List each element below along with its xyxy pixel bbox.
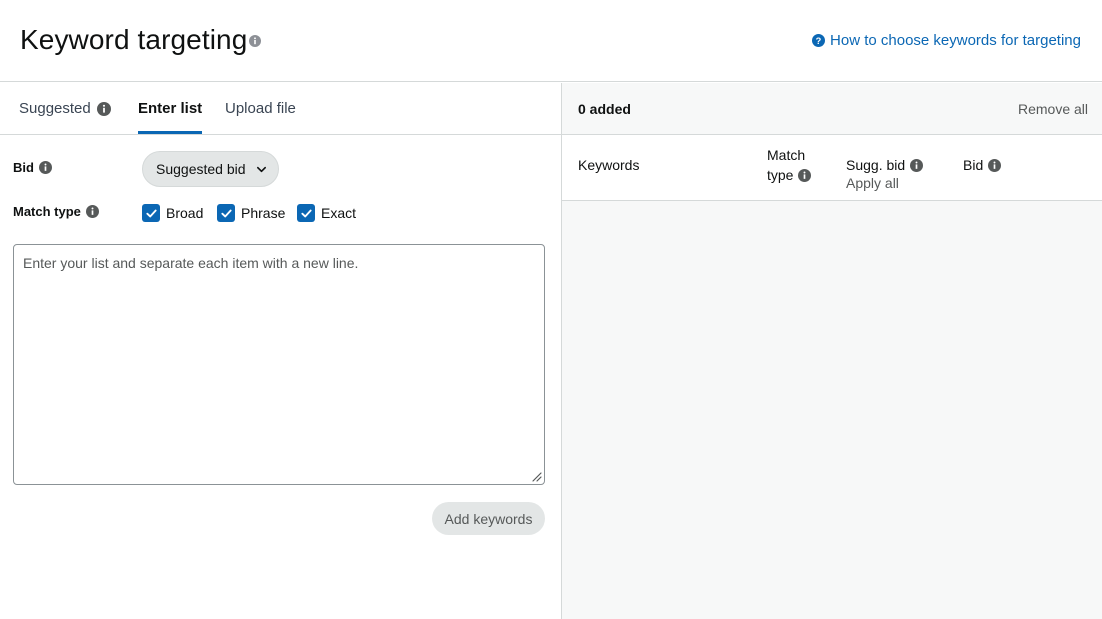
- tab-label: Suggested: [19, 100, 91, 117]
- added-header: 0 added Remove all: [562, 83, 1102, 135]
- info-icon[interactable]: [249, 35, 261, 47]
- added-keywords-panel: 0 added Remove all Keywords Match type S…: [562, 83, 1102, 619]
- checkbox-label: Exact: [321, 205, 357, 221]
- remove-all-button[interactable]: Remove all: [1018, 101, 1088, 117]
- column-match-type-line2-wrap: type: [767, 165, 812, 185]
- check-icon[interactable]: [297, 204, 315, 222]
- bid-label-text: Bid: [13, 160, 34, 175]
- checkbox-broad[interactable]: Broad: [142, 204, 203, 222]
- tab-label: Upload file: [225, 100, 296, 117]
- resize-handle-icon[interactable]: [530, 470, 542, 482]
- column-bid: Bid: [963, 155, 1002, 175]
- match-type-label-text: Match type: [13, 204, 81, 219]
- column-bid-text: Bid: [963, 157, 984, 173]
- chevron-down-icon: [256, 166, 266, 172]
- info-icon[interactable]: [798, 168, 812, 182]
- info-icon[interactable]: [85, 205, 99, 218]
- keyword-list-textarea-wrapper: [13, 244, 545, 485]
- column-match-type-line2: type: [767, 167, 794, 183]
- tab-suggested[interactable]: Suggested: [19, 83, 111, 134]
- column-match-type: Match type: [767, 145, 812, 185]
- info-icon[interactable]: [38, 161, 52, 174]
- column-keywords: Keywords: [578, 157, 640, 173]
- checkbox-exact[interactable]: Exact: [297, 204, 356, 222]
- bid-select[interactable]: Suggested bid: [142, 151, 279, 187]
- checkbox-phrase[interactable]: Phrase: [217, 204, 285, 222]
- tab-upload-file[interactable]: Upload file: [225, 83, 296, 134]
- info-icon[interactable]: [910, 158, 924, 172]
- page-header: Keyword targeting ? How to choose keywor…: [0, 0, 1102, 82]
- table-header: Keywords Match type Sugg. bid Apply all: [562, 135, 1102, 201]
- match-type-label: Match type: [13, 204, 99, 219]
- page-title: Keyword targeting: [20, 24, 248, 55]
- column-sugg-bid-text: Sugg. bid: [846, 157, 906, 173]
- svg-text:?: ?: [816, 36, 822, 46]
- info-icon[interactable]: [96, 101, 111, 116]
- info-icon[interactable]: [988, 158, 1002, 172]
- keyword-list-textarea[interactable]: [14, 245, 544, 484]
- checkbox-label: Broad: [166, 205, 204, 221]
- bid-label: Bid: [13, 160, 52, 175]
- column-match-type-line1: Match: [767, 147, 806, 163]
- tab-label: Enter list: [138, 100, 203, 117]
- help-circle-icon: ?: [812, 34, 826, 47]
- check-icon[interactable]: [217, 204, 235, 222]
- tab-bar: Suggested Enter list Upload file: [0, 83, 561, 135]
- help-link[interactable]: ? How to choose keywords for targeting: [812, 32, 1081, 49]
- bid-select-value: Suggested bid: [156, 161, 246, 177]
- check-icon[interactable]: [142, 204, 160, 222]
- apply-all-link[interactable]: Apply all: [846, 175, 899, 191]
- tab-enter-list[interactable]: Enter list: [138, 83, 203, 134]
- add-keywords-button[interactable]: Add keywords: [432, 502, 545, 535]
- checkbox-label: Phrase: [241, 205, 286, 221]
- keyword-entry-panel: Suggested Enter list Upload file Bid Sug…: [0, 83, 561, 619]
- column-sugg-bid: Sugg. bid: [846, 155, 924, 175]
- help-link-text: How to choose keywords for targeting: [830, 32, 1081, 49]
- added-count: 0 added: [578, 101, 631, 117]
